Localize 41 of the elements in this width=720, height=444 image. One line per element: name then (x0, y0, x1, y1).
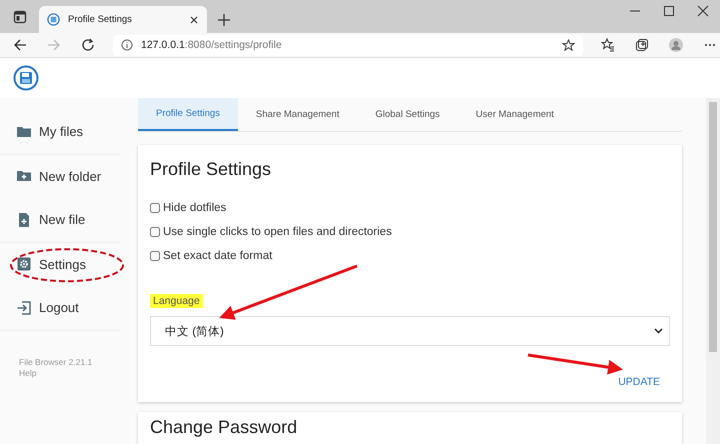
sidebar-item[interactable]: Logout (0, 286, 83, 330)
option-label: Set exact date format (163, 250, 272, 262)
address-bar[interactable]: 127.0.0.1:8080/settings/profile (113, 34, 583, 56)
floppy-disk-icon (47, 13, 60, 26)
settings-tab[interactable]: User Management (458, 98, 572, 131)
update-button[interactable]: UPDATE (608, 372, 670, 392)
collections-icon[interactable] (635, 38, 649, 52)
file-plus-icon (16, 212, 32, 228)
profile-avatar-icon[interactable] (669, 38, 683, 52)
chevron-down-icon (654, 328, 663, 334)
sidebar-item[interactable]: My files (0, 110, 88, 154)
checkbox[interactable] (150, 203, 160, 213)
reload-icon[interactable] (81, 38, 95, 52)
sidebar-item[interactable]: Settings (0, 242, 90, 286)
settings-tab[interactable]: Share Management (238, 98, 358, 131)
settings-tab[interactable]: Profile Settings (138, 98, 238, 131)
add-favorite-icon[interactable] (562, 38, 575, 52)
sidebar-item[interactable]: New file (0, 198, 90, 242)
language-select[interactable]: 中文 (简体) (150, 316, 670, 346)
favorites-icon[interactable] (601, 38, 615, 52)
tab-actions-icon[interactable] (13, 10, 27, 24)
floppy-disk-logo-icon[interactable] (13, 65, 39, 91)
close-icon[interactable] (189, 14, 199, 24)
new-tab-icon[interactable] (217, 13, 231, 27)
version-text: File Browser 2.21.1 (19, 356, 92, 368)
scrollbar[interactable] (706, 98, 720, 444)
browser-tab[interactable]: Profile Settings (39, 6, 207, 33)
tab-title: Profile Settings (68, 14, 133, 25)
language-label: Language (150, 294, 203, 308)
option-label: Hide dotfiles (163, 202, 226, 214)
card-title: Profile Settings (150, 159, 272, 180)
gear-icon (16, 256, 32, 272)
sidebar-item[interactable]: New folder (0, 154, 106, 198)
settings-tab[interactable]: Global Settings (357, 98, 458, 131)
option-label: Use single clicks to open files and directories (163, 226, 392, 238)
checkbox[interactable] (150, 251, 160, 261)
card-title: Change Password (150, 417, 298, 438)
back-arrow-icon[interactable] (13, 38, 27, 52)
logout-icon (16, 300, 32, 316)
info-icon[interactable] (121, 39, 133, 51)
checkbox[interactable] (150, 227, 160, 237)
